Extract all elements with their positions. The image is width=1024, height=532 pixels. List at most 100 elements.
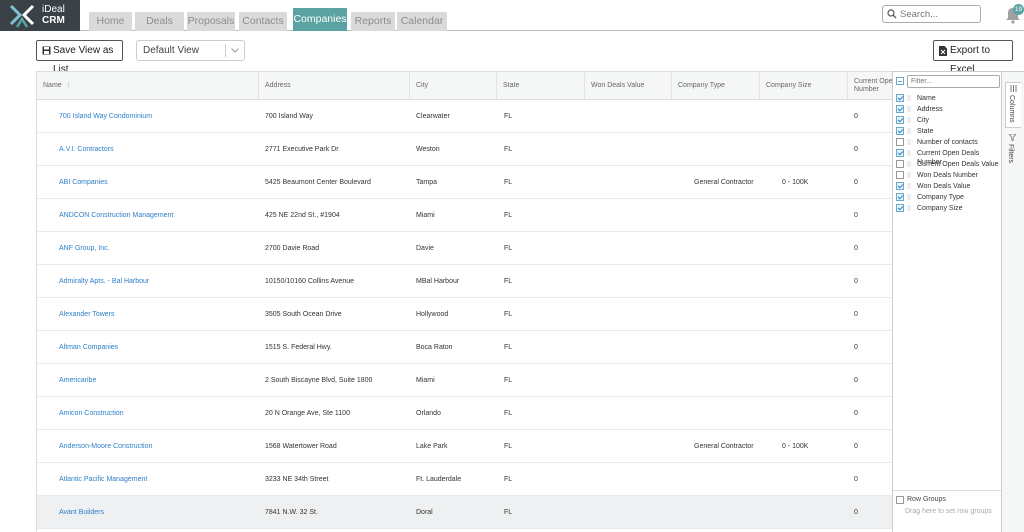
search-input[interactable] (900, 7, 978, 21)
column-toggle-item[interactable]: State (896, 127, 1002, 138)
ideal-crm-logo[interactable]: iDeal CRM (0, 0, 80, 31)
column-header-address[interactable]: Address (259, 72, 410, 100)
table-row[interactable]: Avant Builders 7841 N.W. 32 St. Doral FL 0 (37, 496, 892, 529)
company-address: 700 Island Way (265, 113, 313, 120)
company-type: General Contractor (694, 443, 754, 450)
company-name-link[interactable]: ABI Companies (59, 178, 108, 187)
table-row[interactable]: Americaribe 2 South Biscayne Blvd, Suite … (37, 364, 892, 397)
column-toggle-item[interactable]: Number of contacts (896, 138, 1002, 149)
column-toggle-item[interactable]: Company Size (896, 204, 1002, 215)
company-name-link[interactable]: A.V.I. Contractors (59, 145, 114, 154)
column-toggle-checkbox[interactable] (896, 127, 904, 135)
company-name-link[interactable]: Atlantic Pacific Management (59, 475, 147, 484)
column-toggle-item[interactable]: Current Open Deals Value (896, 160, 1002, 171)
drag-handle-icon[interactable] (907, 95, 911, 101)
column-header-company-size[interactable]: Company Size (760, 72, 848, 100)
filter-icon (1009, 134, 1016, 141)
column-toggle-checkbox[interactable] (896, 105, 904, 113)
table-row[interactable]: ANF Group, Inc. 2700 Davie Road Davie FL 0 (37, 232, 892, 265)
company-address: 5425 Beaumont Center Boulevard (265, 179, 371, 186)
drag-handle-icon[interactable] (907, 117, 911, 123)
company-address: 20 N Orange Ave, Ste 1100 (265, 410, 350, 417)
column-header-company-type[interactable]: Company Type (672, 72, 760, 100)
tab-deals[interactable]: Deals (135, 12, 184, 31)
column-toggle-checkbox[interactable] (896, 94, 904, 102)
drag-handle-icon[interactable] (907, 183, 911, 189)
table-row[interactable]: Altman Companies 1515 S. Federal Hwy. Boca… (37, 331, 892, 364)
company-name-link[interactable]: Altman Companies (59, 343, 118, 352)
company-address: 3505 South Ocean Drive (265, 311, 342, 318)
drag-handle-icon[interactable] (907, 139, 911, 145)
current-open-deals-number: 0 (854, 113, 858, 120)
column-toggle-item[interactable]: Won Deals Value (896, 182, 1002, 193)
column-toggle-item[interactable]: Won Deals Number (896, 171, 1002, 182)
notifications-button[interactable]: 19 (1004, 4, 1024, 26)
save-view-button[interactable]: Save View as List (36, 40, 123, 75)
columns-filter-input[interactable] (907, 75, 1000, 88)
view-select[interactable]: Default View (136, 40, 245, 61)
table-row[interactable]: ABI Companies 5425 Beaumont Center Boulev… (37, 166, 892, 199)
column-toggle-checkbox[interactable] (896, 116, 904, 124)
tab-home[interactable]: Home (89, 12, 132, 31)
column-toggle-checkbox[interactable] (896, 193, 904, 201)
table-row[interactable]: Anderson-Moore Construction 1568 Watertow… (37, 430, 892, 463)
table-row[interactable]: A.V.I. Contractors 2771 Executive Park Dr… (37, 133, 892, 166)
company-name-link[interactable]: Amicon Construction (59, 409, 124, 418)
tab-contacts[interactable]: Contacts (239, 12, 287, 31)
company-name-link[interactable]: Avant Builders (59, 508, 104, 517)
column-toggle-item[interactable]: Current Open Deals Number (896, 149, 1002, 166)
column-toggle-label: Won Deals Value (917, 183, 971, 190)
company-state: FL (504, 410, 513, 417)
table-row[interactable]: Atlantic Pacific Management 3233 NE 34th … (37, 463, 892, 496)
column-toggle-checkbox[interactable] (896, 204, 904, 212)
company-state: FL (504, 344, 513, 351)
column-toggle-checkbox[interactable] (896, 149, 904, 157)
company-address: 2 South Biscayne Blvd, Suite 1800 (265, 377, 373, 384)
drag-handle-icon[interactable] (907, 128, 911, 134)
company-name-link[interactable]: Admiralty Apts. - Bal Harbour (59, 277, 149, 286)
company-name-link[interactable]: ANDCON Construction Management (59, 211, 173, 220)
column-toggle-checkbox[interactable] (896, 171, 904, 179)
table-row[interactable]: 700 Island Way Condominium 700 Island Way… (37, 100, 892, 133)
tab-companies[interactable]: Companies (293, 8, 347, 31)
column-header-name[interactable]: Name ↑ (37, 72, 259, 100)
drag-handle-icon[interactable] (907, 172, 911, 178)
column-toggle-checkbox[interactable] (896, 160, 904, 168)
company-address: 1568 Watertower Road (265, 443, 337, 450)
table-row[interactable]: Amicon Construction 20 N Orange Ave, Ste … (37, 397, 892, 430)
company-name-link[interactable]: Alexander Towers (59, 310, 115, 319)
tab-proposals[interactable]: Proposals (187, 12, 235, 31)
company-name-link[interactable]: Anderson-Moore Construction (59, 442, 152, 451)
company-name-link[interactable]: Americaribe (59, 376, 96, 385)
table-row[interactable]: ANDCON Construction Management 425 NE 22n… (37, 199, 892, 232)
column-header-city[interactable]: City (410, 72, 497, 100)
company-name-link[interactable]: 700 Island Way Condominium (59, 112, 152, 121)
side-tab-columns[interactable]: Columns (1005, 82, 1021, 128)
column-header-state[interactable]: State (497, 72, 585, 100)
crm-app: iDeal CRM Home Deals Proposals Contacts … (0, 0, 1024, 532)
drag-handle-icon[interactable] (907, 106, 911, 112)
column-toggle-item[interactable]: Name (896, 94, 1002, 105)
drag-handle-icon[interactable] (907, 161, 911, 167)
column-toggle-checkbox[interactable] (896, 138, 904, 146)
tab-calendar[interactable]: Calendar (397, 12, 447, 31)
column-toggle-label: Number of contacts (917, 139, 978, 146)
column-toggle-item[interactable]: City (896, 116, 1002, 127)
select-all-columns-checkbox[interactable] (896, 77, 904, 85)
company-name-link[interactable]: ANF Group, Inc. (59, 244, 110, 253)
export-excel-button[interactable]: Export to Excel (933, 40, 1013, 75)
column-toggle-item[interactable]: Address (896, 105, 1002, 116)
drag-handle-icon[interactable] (907, 194, 911, 200)
tab-reports[interactable]: Reports (351, 12, 395, 31)
side-tab-filters[interactable]: Filters (1005, 132, 1021, 174)
companies-grid: Name ↑ Address City State Won Deals Valu… (36, 71, 892, 532)
table-row[interactable]: Admiralty Apts. - Bal Harbour 10150/10160… (37, 265, 892, 298)
column-header-won-deals-value[interactable]: Won Deals Value (585, 72, 672, 100)
drag-handle-icon[interactable] (907, 205, 911, 211)
drag-handle-icon[interactable] (907, 150, 911, 156)
row-groups-dropzone[interactable]: Row Groups Drag here to set row groups (893, 490, 1002, 532)
column-toggle-checkbox[interactable] (896, 182, 904, 190)
column-header-current-open-number[interactable]: Current Ope Number (848, 72, 892, 100)
table-row[interactable]: Alexander Towers 3505 South Ocean Drive Ho… (37, 298, 892, 331)
column-toggle-item[interactable]: Company Type (896, 193, 1002, 204)
